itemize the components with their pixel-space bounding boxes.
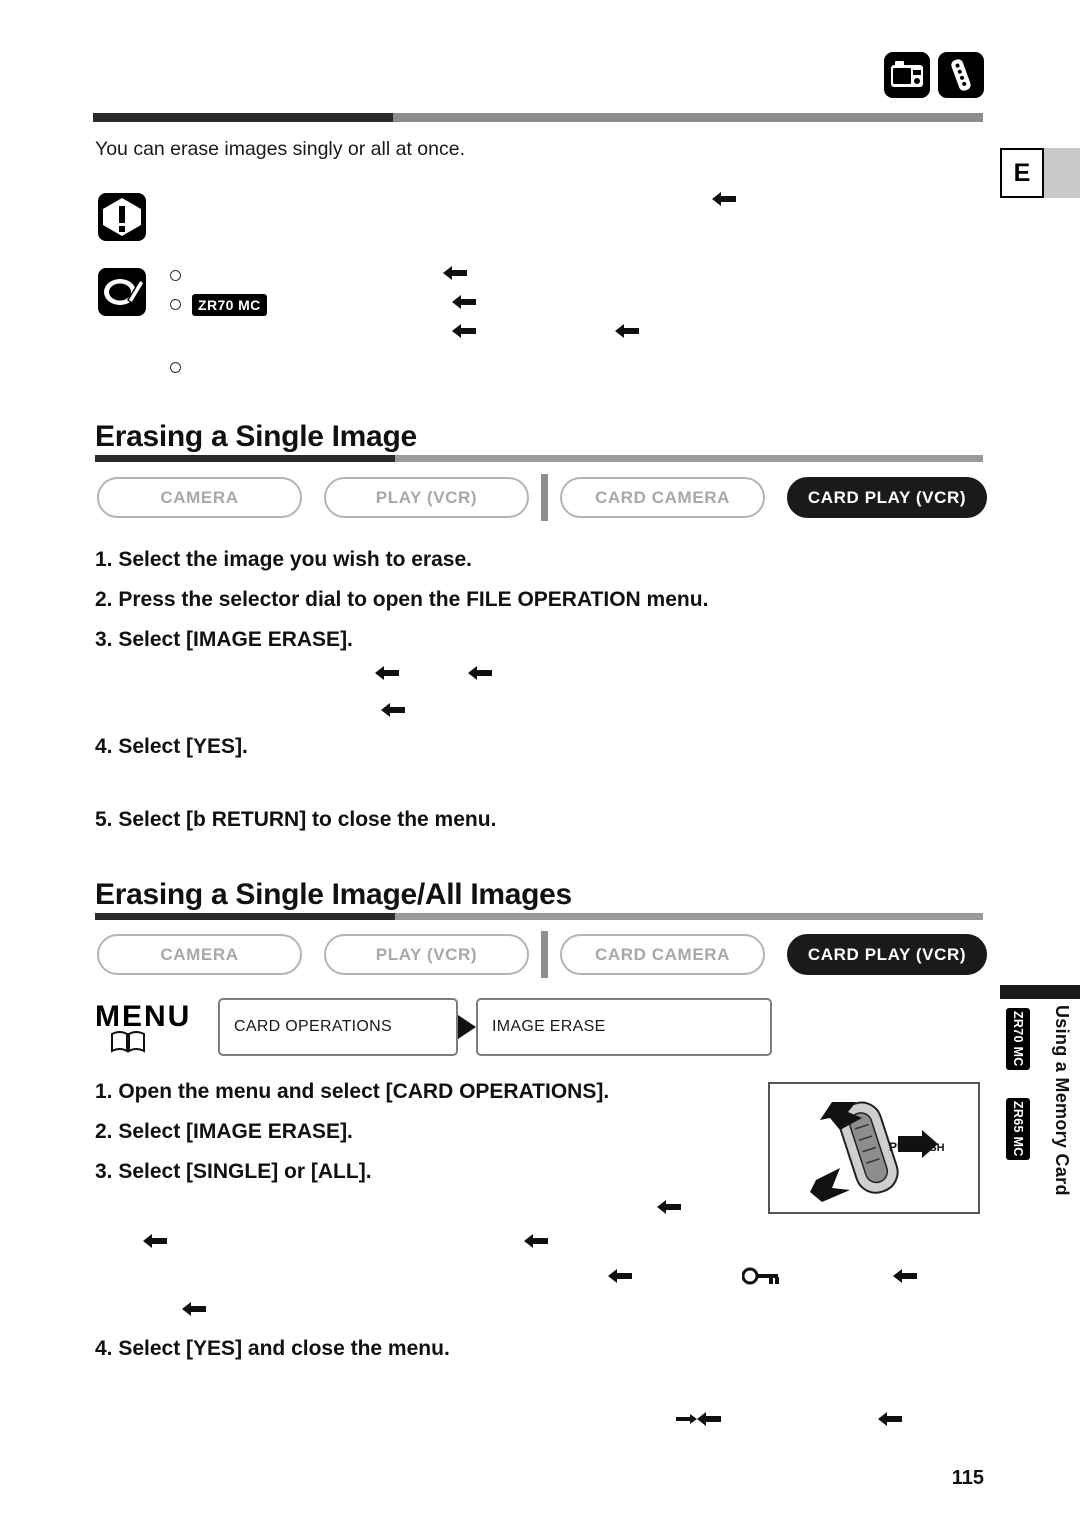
menu-item-image-erase[interactable]: IMAGE ERASE (476, 998, 772, 1056)
sidebar-badge-zr70: ZR70 MC (1006, 1008, 1030, 1070)
left-arrow-icon (452, 293, 476, 311)
section-heading-single: Erasing a Single Image (95, 420, 417, 453)
left-arrow-icon (615, 322, 639, 340)
left-arrow-icon (608, 1267, 632, 1285)
remote-control-icon (938, 52, 984, 98)
book-icon (110, 1030, 146, 1054)
left-arrow-icon (524, 1232, 548, 1250)
step-1-single-all: 1. Open the menu and select [CARD OPERAT… (95, 1080, 610, 1103)
left-arrow-icon (375, 664, 399, 682)
selector-dial-illustration: PUSH (768, 1082, 980, 1214)
left-arrow-icon (712, 190, 736, 208)
menu-label: MENU (95, 1000, 192, 1033)
note-bullet (170, 270, 181, 281)
mode-button-play-vcr[interactable]: PLAY (VCR) (324, 934, 529, 975)
mode-separator (541, 474, 548, 521)
mode-button-card-camera[interactable]: CARD CAMERA (560, 477, 765, 518)
mode-button-card-camera[interactable]: CARD CAMERA (560, 934, 765, 975)
side-tab-marker (1000, 985, 1080, 999)
step-3-single-all: 3. Select [SINGLE] or [ALL]. (95, 1160, 372, 1183)
warning-icon (98, 193, 146, 241)
step-2-single: 2. Press the selector dial to open the F… (95, 588, 709, 611)
sidebar-title: Using a Memory Card (1052, 1005, 1072, 1196)
page-number: 115 (951, 1467, 984, 1489)
step-5-single: 5. Select [b RETURN] to close the menu. (95, 808, 497, 831)
left-arrow-icon (697, 1410, 721, 1428)
left-arrow-icon (878, 1410, 902, 1428)
step-4-single: 4. Select [YES]. (95, 735, 248, 758)
card-camera-icon (884, 52, 930, 98)
left-arrow-icon (381, 701, 405, 719)
mode-separator (541, 931, 548, 978)
note-bullet (170, 299, 181, 310)
intro-text: You can erase images singly or all at on… (95, 138, 465, 160)
language-tab: E (1000, 148, 1044, 198)
mode-button-play-vcr[interactable]: PLAY (VCR) (324, 477, 529, 518)
mode-button-camera[interactable]: CAMERA (97, 477, 302, 518)
model-badge: ZR70 MC (192, 294, 267, 316)
left-arrow-icon (443, 264, 467, 282)
step-2-single-all: 2. Select [IMAGE ERASE]. (95, 1120, 353, 1143)
arrow-tail-icon (676, 1412, 698, 1426)
mode-button-card-play-vcr[interactable]: CARD PLAY (VCR) (787, 477, 987, 518)
section-rule-dark (95, 913, 395, 920)
step-1-single: 1. Select the image you wish to erase. (95, 548, 472, 571)
header-rule-dark (93, 113, 393, 122)
mode-row-single-all: CAMERA PLAY (VCR) CARD CAMERA CARD PLAY … (97, 931, 987, 978)
mode-button-card-play-vcr[interactable]: CARD PLAY (VCR) (787, 934, 987, 975)
section-rule-dark (95, 455, 395, 462)
left-arrow-icon (468, 664, 492, 682)
sidebar-badge-zr65: ZR65 MC (1006, 1098, 1030, 1160)
menu-item-card-operations[interactable]: CARD OPERATIONS (218, 998, 458, 1056)
note-bullet (170, 362, 181, 373)
left-arrow-icon (893, 1267, 917, 1285)
step-3-single: 3. Select [IMAGE ERASE]. (95, 628, 353, 651)
step-4-single-all: 4. Select [YES] and close the menu. (95, 1337, 450, 1360)
menu-next-arrow-icon (456, 1013, 478, 1039)
left-arrow-icon (452, 322, 476, 340)
mode-row-single: CAMERA PLAY (VCR) CARD CAMERA CARD PLAY … (97, 474, 987, 521)
note-pencil-icon (98, 268, 146, 316)
protect-key-icon (741, 1266, 782, 1285)
top-icon-group (884, 52, 984, 98)
mode-button-camera[interactable]: CAMERA (97, 934, 302, 975)
left-arrow-icon (143, 1232, 167, 1250)
section-heading-single-all: Erasing a Single Image/All Images (95, 878, 572, 911)
left-arrow-icon (182, 1300, 206, 1318)
dial-push-label: PUSH (889, 1140, 923, 1154)
left-arrow-icon (657, 1198, 681, 1216)
